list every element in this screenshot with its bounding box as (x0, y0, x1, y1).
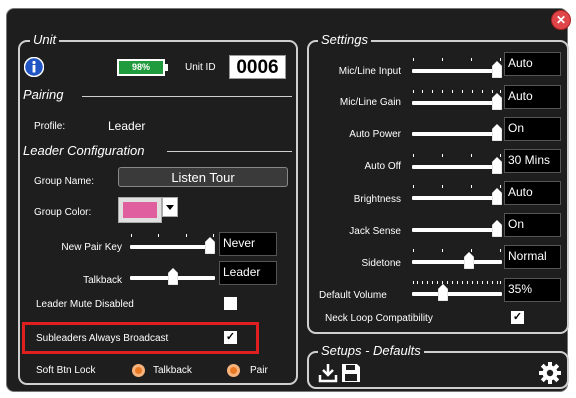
mic-line-input-label: Mic/Line Input (338, 66, 401, 77)
mic-line-gain-value: Auto (504, 85, 561, 109)
new-pair-key-value: Never (219, 232, 277, 256)
mic-line-input-value: Auto (504, 52, 561, 76)
leader-mute-checkbox[interactable] (224, 297, 237, 310)
auto-off-slider-thumb[interactable] (491, 156, 503, 175)
new-pair-key-label: New Pair Key (61, 242, 122, 253)
auto-off-slider[interactable] (412, 154, 503, 175)
leader-mute-label: Leader Mute Disabled (36, 299, 134, 310)
brightness-value: Auto (504, 181, 561, 205)
default-volume-slider[interactable] (412, 281, 502, 302)
unit-id-label: Unit ID (185, 62, 216, 73)
soft-btn-lock-label: Soft Btn Lock (36, 365, 96, 376)
auto-off-label: Auto Off (364, 161, 401, 172)
sidetone-slider-thumb[interactable] (463, 251, 475, 270)
soft-btn-talkback-label: Talkback (153, 365, 192, 376)
group-color-dropdown-button[interactable] (162, 197, 178, 217)
neck-loop-label: Neck Loop Compatibility (325, 313, 433, 324)
unit-panel-title: Unit (30, 33, 60, 47)
subleaders-checkbox[interactable]: ✓ (224, 331, 237, 344)
sidetone-slider[interactable] (412, 249, 502, 270)
talkback-slider[interactable] (130, 267, 215, 286)
mic-line-gain-slider-thumb[interactable] (491, 92, 503, 111)
mic-line-input-slider-thumb[interactable] (491, 60, 503, 79)
unit-id-value: 0006 (229, 55, 286, 79)
save-icon[interactable] (341, 363, 361, 383)
info-icon[interactable] (23, 56, 45, 78)
sidetone-label: Sidetone (361, 258, 401, 269)
group-color-picker[interactable] (118, 197, 162, 223)
battery-tip (165, 64, 168, 71)
profile-label: Profile: (34, 121, 66, 132)
mic-line-gain-slider[interactable] (412, 90, 503, 111)
auto-power-slider[interactable] (412, 123, 503, 142)
profile-value: Leader (108, 119, 146, 133)
chevron-down-icon (166, 205, 174, 210)
talkback-slider-thumb[interactable] (167, 267, 179, 286)
battery-percent: 98% (131, 62, 150, 72)
group-color-swatch (123, 202, 157, 218)
setups-panel-title: Setups - Defaults (318, 344, 424, 358)
default-volume-value: 35% (504, 278, 561, 302)
talkback-label: Talkback (83, 275, 122, 286)
group-name-label: Group Name: (34, 176, 95, 187)
new-pair-key-slider[interactable] (130, 234, 216, 255)
gear-icon[interactable] (539, 362, 561, 384)
talkback-value: Leader (219, 261, 277, 285)
subleaders-label: Subleaders Always Broadcast (36, 333, 169, 344)
settings-panel-title: Settings (318, 33, 371, 47)
close-icon[interactable]: ✕ (551, 10, 571, 30)
mic-line-input-slider[interactable] (412, 58, 503, 79)
pairing-divider (82, 96, 292, 97)
auto-power-slider-thumb[interactable] (491, 123, 503, 142)
leader-config-divider (167, 151, 292, 152)
jack-sense-slider[interactable] (412, 219, 503, 238)
brightness-slider[interactable] (412, 185, 503, 206)
mic-line-gain-label: Mic/Line Gain (339, 97, 401, 108)
default-volume-slider-thumb[interactable] (437, 283, 449, 302)
soft-btn-pair-label: Pair (250, 365, 268, 376)
jack-sense-slider-thumb[interactable] (491, 219, 503, 238)
new-pair-key-slider-thumb[interactable] (204, 236, 216, 255)
soft-btn-pair-radio[interactable] (227, 364, 240, 377)
download-icon[interactable] (318, 363, 338, 383)
brightness-label: Brightness (353, 194, 401, 205)
pairing-section-title: Pairing (23, 87, 64, 102)
group-color-label: Group Color: (34, 207, 92, 218)
jack-sense-value: On (504, 213, 561, 237)
soft-btn-talkback-radio[interactable] (132, 364, 145, 377)
sidetone-value: Normal (504, 245, 561, 269)
jack-sense-label: Jack Sense (349, 226, 401, 237)
brightness-slider-thumb[interactable] (491, 187, 503, 206)
auto-power-value: On (504, 117, 561, 141)
default-volume-label: Default Volume (319, 290, 387, 301)
neck-loop-checkbox[interactable]: ✓ (511, 311, 524, 324)
auto-off-value: 30 Mins (504, 149, 561, 173)
auto-power-label: Auto Power (349, 129, 401, 140)
group-name-input[interactable]: Listen Tour (118, 167, 288, 187)
leader-config-section-title: Leader Configuration (23, 143, 145, 158)
